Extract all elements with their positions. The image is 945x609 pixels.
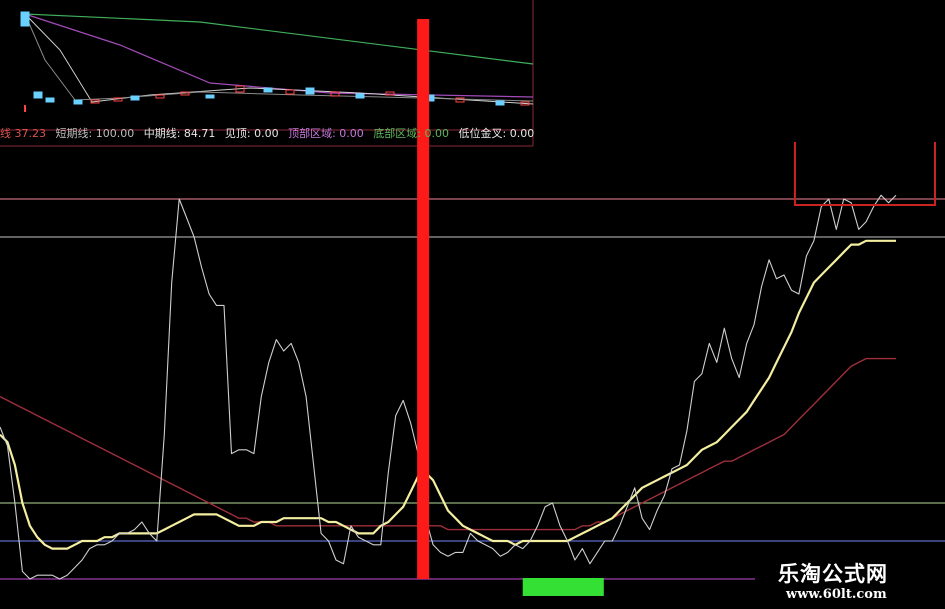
golden-cross-bar	[417, 19, 430, 579]
thumb-candle-3	[73, 99, 83, 105]
thumb-candle-6	[130, 95, 140, 101]
watermark-title: 乐淘公式网	[778, 562, 888, 586]
thumb-ma-purple	[24, 13, 534, 98]
signal-marks	[417, 19, 936, 596]
legend-item-3: 见顶: 0.00	[224, 127, 279, 140]
legend-item-4: 顶部区域: 0.00	[288, 127, 364, 140]
thumb-ma-white	[24, 13, 534, 105]
thumb-candle-12	[285, 89, 295, 95]
legend-item-6: 低位金叉: 0.00	[458, 127, 535, 140]
legend-item-1: 短期线: 100.00	[55, 127, 135, 140]
bottom-zone-bar	[522, 578, 604, 596]
top-zone-box	[793, 142, 936, 206]
thumb-candle-0	[20, 11, 30, 27]
indicator-series	[0, 194, 897, 580]
series-line-long	[0, 357, 896, 531]
thumb-candle-13	[305, 87, 315, 95]
legend-item-0: 线 37.23	[0, 127, 46, 140]
watermark-url: www.60lt.com	[786, 587, 887, 602]
indicator-chart	[0, 0, 945, 596]
thumb-candle-19	[495, 100, 505, 106]
thumb-ma-gray	[24, 13, 534, 102]
thumb-candle-15	[355, 93, 365, 99]
thumb-candle-9	[205, 94, 215, 99]
thumb-candle-16	[385, 91, 395, 96]
thumb-candle-2	[45, 97, 55, 103]
thumb-candle-11	[263, 87, 273, 93]
thumb-candle-1	[33, 91, 43, 99]
price-thumbnail	[0, 0, 534, 147]
thumb-candle-7	[155, 94, 165, 99]
legend-item-2: 中期线: 84.71	[143, 127, 216, 140]
indicator-legend: 线 37.23 短期线: 100.00 中期线: 84.71 见顶: 0.00 …	[0, 126, 540, 142]
legend-item-5: 底部区域: 0.00	[373, 127, 450, 140]
